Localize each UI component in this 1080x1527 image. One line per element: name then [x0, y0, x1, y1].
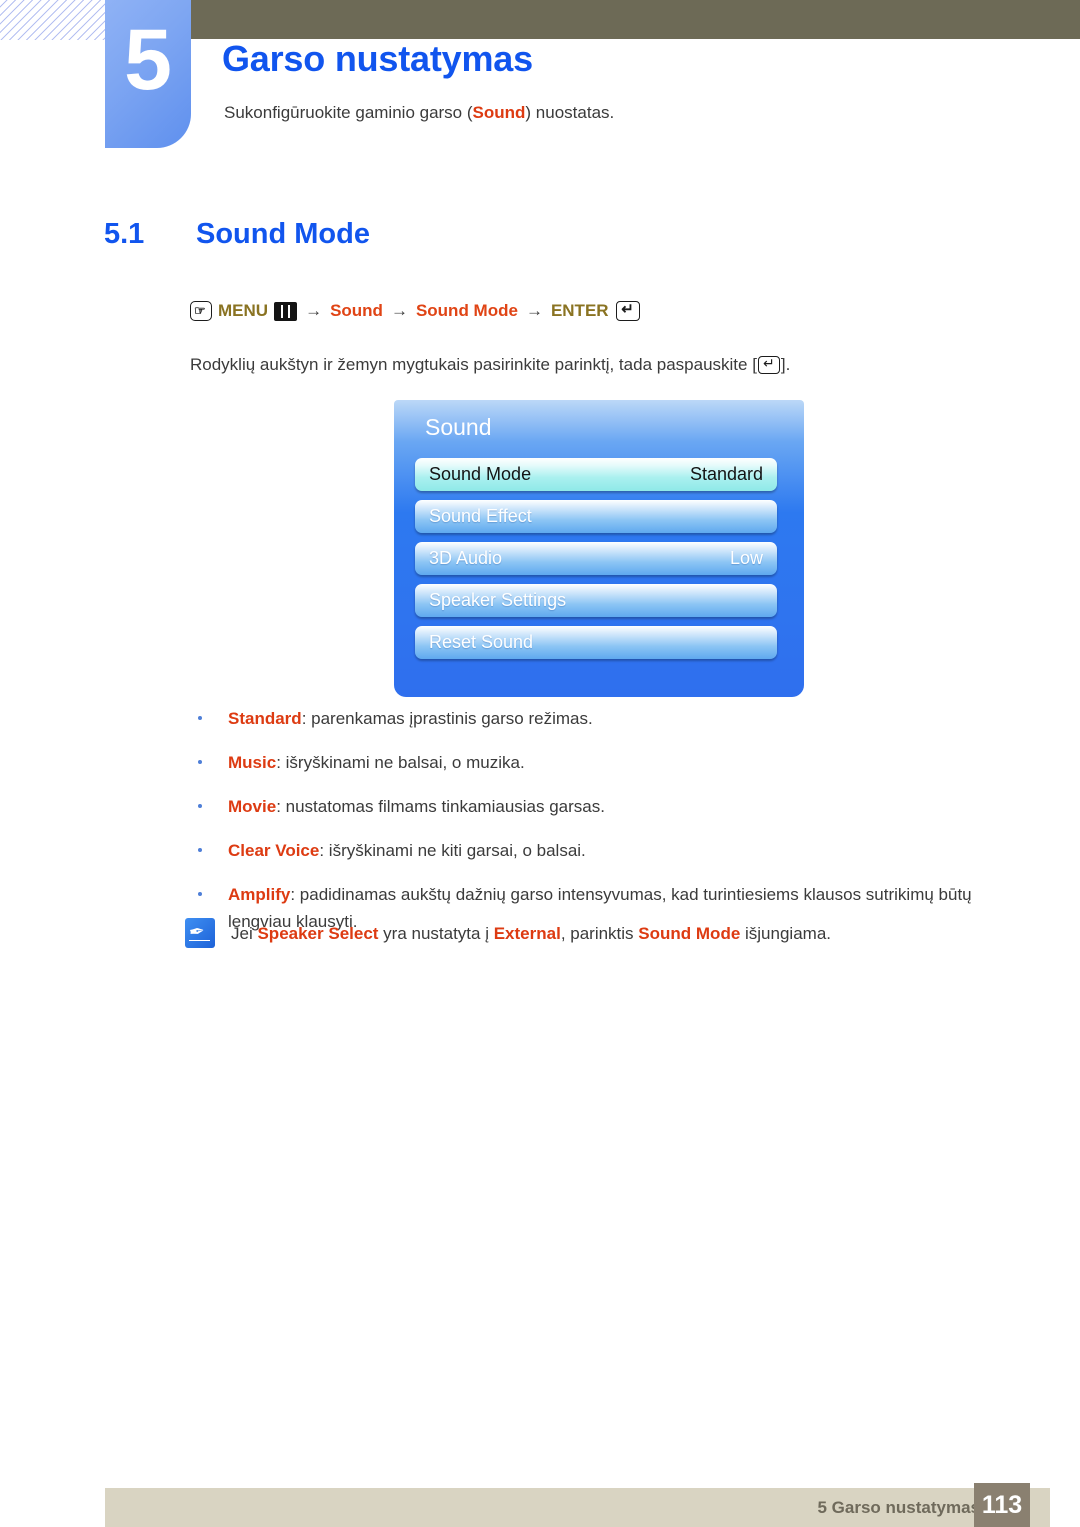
- sound-mode-options-list: Standard: parenkamas įprastinis garso re…: [190, 705, 1002, 952]
- enter-return-icon-inline: ↵: [757, 355, 780, 374]
- osd-row-label: 3D Audio: [429, 548, 503, 568]
- osd-menu-panel: Sound Sound Mode Standard Sound Effect 3…: [394, 400, 804, 697]
- hand-press-button-icon: ☞: [190, 301, 212, 321]
- note-part-2: yra nustatyta į: [378, 924, 494, 943]
- note-term-2: External: [493, 924, 561, 943]
- option-description: : parenkamas įprastinis garso režimas.: [301, 709, 593, 728]
- osd-row-3d-audio[interactable]: 3D Audio Low: [415, 542, 777, 575]
- footer-chapter-label: 5 Garso nustatymas: [817, 1498, 980, 1517]
- note-part-4: išjungiama.: [740, 924, 831, 943]
- instruction-line: Rodyklių aukštyn ir žemyn mygtukais pasi…: [190, 355, 790, 375]
- menu-bars-icon: [274, 301, 298, 321]
- menu-path-item-2: Sound Mode: [415, 301, 518, 320]
- return-arrow-glyph: ↵: [621, 301, 634, 318]
- menu-path-menu-label: MENU: [218, 301, 269, 320]
- osd-title: Sound: [425, 414, 492, 440]
- option-term: Movie: [228, 797, 277, 816]
- chapter-description-before: Sukonfigūruokite gaminio garso (: [224, 103, 473, 122]
- note-quill-icon: ✒: [185, 918, 215, 948]
- menu-path: ☞ MENU → Sound → Sound Mode → ENTER ↵: [190, 301, 640, 321]
- option-term: Clear Voice: [228, 841, 320, 860]
- quill-glyph: ✒: [187, 920, 207, 945]
- instruction-after: ].: [780, 355, 791, 374]
- osd-row-label: Reset Sound: [429, 632, 534, 652]
- osd-row-label: Sound Mode: [429, 464, 532, 484]
- menu-path-item-1: Sound: [330, 301, 383, 320]
- menu-path-arrow-2: →: [390, 301, 408, 320]
- menu-path-arrow-3: →: [525, 301, 543, 320]
- note-term-1: Speaker Select: [257, 924, 379, 943]
- chapter-description-keyword: Sound: [472, 103, 526, 122]
- note-part-3: , parinktis: [560, 924, 639, 943]
- list-item: Standard: parenkamas įprastinis garso re…: [190, 705, 1002, 732]
- osd-row-value: Low: [729, 548, 763, 568]
- section-heading: 5.1 Sound Mode: [104, 218, 370, 251]
- list-item: Movie: nustatomas filmams tinkamiausias …: [190, 793, 1002, 820]
- footer-page-number: 113: [974, 1483, 1030, 1527]
- note-part-1: Jei: [231, 924, 258, 943]
- option-term: Amplify: [228, 885, 291, 904]
- enter-return-icon: ↵: [615, 301, 640, 321]
- option-term: Standard: [228, 709, 302, 728]
- instruction-before: Rodyklių aukštyn ir žemyn mygtukais pasi…: [190, 355, 757, 374]
- list-item: Clear Voice: išryškinami ne kiti garsai,…: [190, 837, 1002, 864]
- option-description: : išryškinami ne kiti garsai, o balsai.: [319, 841, 586, 860]
- hand-glyph: ☞: [194, 303, 206, 318]
- menu-path-arrow-1: →: [305, 301, 323, 320]
- note-text: Jei Speaker Select yra nustatyta į Exter…: [231, 918, 831, 947]
- chapter-description: Sukonfigūruokite gaminio garso (Sound) n…: [224, 103, 614, 123]
- section-title: Sound Mode: [196, 218, 370, 250]
- osd-row-sound-mode[interactable]: Sound Mode Standard: [415, 458, 777, 491]
- osd-row-label: Speaker Settings: [429, 590, 567, 610]
- option-description: : nustatomas filmams tinkamiausias garsa…: [276, 797, 605, 816]
- osd-row-value: Standard: [689, 464, 763, 484]
- note-box: ✒ Jei Speaker Select yra nustatyta į Ext…: [185, 918, 1005, 948]
- osd-row-label: Sound Effect: [429, 506, 532, 526]
- osd-row-speaker-settings[interactable]: Speaker Settings: [415, 584, 777, 617]
- list-item: Music: išryškinami ne balsai, o muzika.: [190, 749, 1002, 776]
- option-term: Music: [228, 753, 277, 772]
- return-arrow-glyph-inline: ↵: [763, 355, 775, 371]
- note-icon-underline: [189, 939, 210, 941]
- osd-row-list: Sound Mode Standard Sound Effect 3D Audi…: [415, 458, 777, 668]
- osd-row-sound-effect[interactable]: Sound Effect: [415, 500, 777, 533]
- olive-header-bar: [190, 0, 1080, 39]
- osd-row-reset-sound[interactable]: Reset Sound: [415, 626, 777, 659]
- chapter-description-after: ) nuostatas.: [525, 103, 615, 122]
- menu-path-enter-label: ENTER: [550, 301, 609, 320]
- option-description: : išryškinami ne balsai, o muzika.: [276, 753, 525, 772]
- hatch-decoration: [0, 0, 112, 40]
- note-term-3: Sound Mode: [638, 924, 741, 943]
- chapter-number: 5: [124, 12, 172, 108]
- chapter-number-block: 5: [105, 0, 191, 148]
- chapter-title: Garso nustatymas: [222, 38, 533, 79]
- section-number: 5.1: [104, 218, 145, 250]
